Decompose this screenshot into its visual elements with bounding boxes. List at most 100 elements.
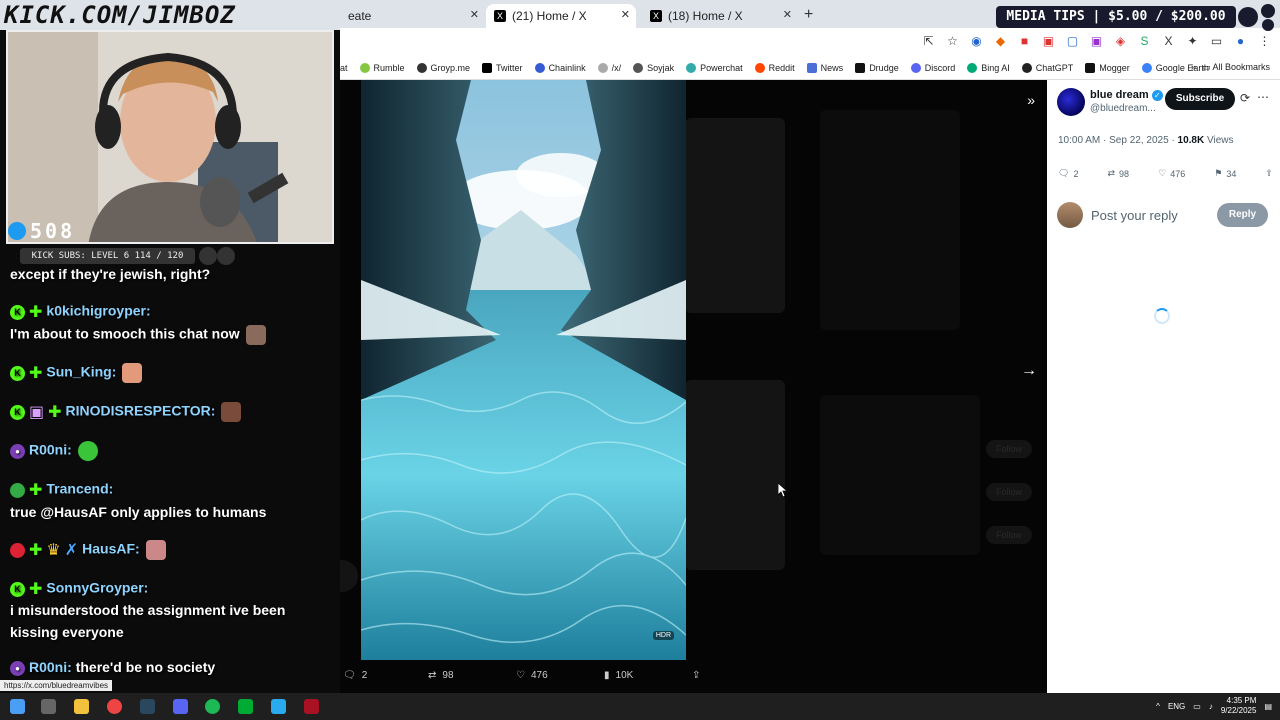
chevron-right-icon[interactable]: » — [1191, 62, 1196, 73]
reply-button[interactable]: Reply — [1217, 203, 1268, 227]
bookmark-bing-ai[interactable]: Bing AI — [967, 62, 1010, 73]
language-indicator[interactable]: ENG — [1168, 702, 1185, 711]
bookmark-mogger[interactable]: Mogger — [1085, 62, 1130, 73]
bookmark[interactable]: at — [340, 63, 348, 73]
reply-input[interactable]: Post your reply — [1091, 208, 1178, 223]
bookmark-chatgpt[interactable]: ChatGPT — [1021, 62, 1073, 73]
post-image[interactable]: HDR — [361, 80, 686, 660]
start-icon[interactable] — [10, 699, 25, 714]
extension-toolbar: ⇱ ☆ ◉ ◆ ■ ▣ ▢ ▣ ◈ S X ✦ ▭ ● ⋮ — [921, 34, 1272, 49]
x-logo-icon: X — [494, 10, 506, 22]
chatgpt-icon — [1021, 62, 1032, 73]
chat-message: true @HausAF only applies to humans — [10, 504, 267, 520]
bookmark-drudge[interactable]: Drudge — [855, 62, 899, 73]
extension-icon[interactable]: ■ — [1017, 34, 1032, 49]
bookmark-news[interactable]: News — [806, 62, 843, 73]
repost-action[interactable]: ⇄ 98 — [428, 670, 454, 681]
sub-badge-icon: ✚ — [29, 482, 43, 499]
chrome-icon[interactable] — [107, 699, 122, 714]
close-icon[interactable]: ✕ — [783, 8, 792, 21]
profile-icon[interactable]: ● — [1233, 34, 1248, 49]
views-action[interactable]: ▮ 10K — [604, 670, 633, 681]
soyjak-icon — [633, 62, 644, 73]
subscribe-button[interactable]: Subscribe — [1165, 88, 1235, 110]
star-icon[interactable]: ☆ — [945, 34, 960, 49]
bookmark-rumble[interactable]: Rumble — [359, 62, 405, 73]
extension-icon[interactable]: S — [1137, 34, 1152, 49]
new-tab-button[interactable]: + — [804, 6, 813, 24]
tab-label: (18) Home / X — [668, 9, 743, 23]
sidebar-icon[interactable]: ▭ — [1209, 34, 1224, 49]
all-bookmarks[interactable]: ▭ All Bookmarks — [1202, 62, 1270, 73]
like-count[interactable]: ♡ 476 — [1158, 168, 1185, 179]
avatar[interactable] — [1057, 88, 1085, 116]
metamask-icon[interactable]: ◆ — [993, 34, 1008, 49]
bookmark-discord[interactable]: Discord — [910, 62, 955, 73]
chat-message: K ✚ Sun_King: — [10, 363, 143, 383]
bookmark-x-board[interactable]: /x/ — [597, 62, 621, 73]
x-extension-icon[interactable]: X — [1161, 34, 1176, 49]
reply-action[interactable]: 🗨 2 — [343, 670, 367, 681]
spotify-icon[interactable] — [205, 699, 220, 714]
stream-chat: except if they're jewish, right? K ✚ k0kic… — [0, 262, 340, 682]
post-stats: 🗨 2 ⇄ 98 ♡ 476 ⚑ 34 ⇪ — [1058, 168, 1273, 179]
task-view-icon[interactable] — [41, 699, 56, 714]
author-name[interactable]: blue dream ✓ — [1090, 89, 1163, 101]
tab-home-x[interactable]: X (18) Home / X ✕ — [642, 4, 798, 28]
terminal-icon[interactable] — [238, 699, 253, 714]
network-icon[interactable]: ▭ — [1193, 702, 1201, 711]
gift-badge-icon: ▣ — [29, 404, 45, 421]
tab-create[interactable]: eate ✕ — [340, 4, 485, 28]
repost-count[interactable]: ⇄ 98 — [1108, 168, 1130, 179]
like-action[interactable]: ♡ 476 — [516, 670, 548, 681]
extension-icon[interactable]: ▣ — [1041, 34, 1056, 49]
share-button[interactable]: ⇪ — [1265, 168, 1273, 179]
bookmark-groyp[interactable]: Groyp.me — [416, 62, 470, 73]
webcam-illustration — [8, 32, 332, 242]
chat-message: I'm about to smooch this chat now — [10, 325, 266, 345]
bookmark-soyjak[interactable]: Soyjak — [633, 62, 674, 73]
close-icon[interactable]: ✕ — [621, 8, 630, 21]
repost-icon: ⇄ — [428, 670, 437, 681]
app-icon[interactable] — [304, 699, 319, 714]
puzzle-icon[interactable]: ✦ — [1185, 34, 1200, 49]
grok-icon[interactable]: ⟳ — [1240, 91, 1250, 105]
bookmark-count[interactable]: ⚑ 34 — [1214, 168, 1236, 179]
extension-icon[interactable]: ◈ — [1113, 34, 1128, 49]
author-handle[interactable]: @bluedream... — [1090, 103, 1156, 114]
menu-icon[interactable]: ⋮ — [1257, 34, 1272, 49]
badge-icon — [10, 482, 25, 498]
extension-icon[interactable]: ▢ — [1065, 34, 1080, 49]
chevron-up-icon[interactable]: ^ — [1156, 702, 1160, 711]
discord-icon[interactable] — [173, 699, 188, 714]
bookmark-reddit[interactable]: Reddit — [754, 62, 795, 73]
clock[interactable]: 4:35 PM 9/22/2025 — [1221, 696, 1257, 716]
cursor-arrow-icon — [777, 482, 789, 498]
moderator-badge-icon: ● — [10, 443, 25, 459]
ghost-media — [685, 380, 785, 570]
bookmark-powerchat[interactable]: Powerchat — [686, 62, 743, 73]
chat-message: ● R00ni: there'd be no society — [10, 659, 215, 676]
close-icon[interactable]: ✕ — [470, 8, 479, 21]
steam-icon[interactable] — [140, 699, 155, 714]
telegram-icon[interactable] — [271, 699, 286, 714]
file-explorer-icon[interactable] — [74, 699, 89, 714]
next-arrow-icon[interactable]: → — [1021, 362, 1037, 380]
ghost-trends — [820, 110, 960, 330]
extension-icon[interactable]: ◉ — [969, 34, 984, 49]
chat-message: kissing everyone — [10, 624, 124, 640]
expand-icon[interactable]: » — [1027, 92, 1035, 108]
install-icon[interactable]: ⇱ — [921, 34, 936, 49]
reply-count[interactable]: 🗨 2 — [1058, 168, 1078, 179]
tab-home-x-active[interactable]: X (21) Home / X ✕ — [486, 4, 636, 28]
notification-icon[interactable]: ▤ — [1264, 702, 1272, 711]
share-action[interactable]: ⇪ — [692, 670, 700, 681]
bookmark-chainlink[interactable]: Chainlink — [534, 62, 586, 73]
extension-icon[interactable]: ▣ — [1089, 34, 1104, 49]
bookmark-twitter[interactable]: Twitter — [482, 62, 523, 73]
more-icon[interactable]: ⋯ — [1257, 90, 1269, 104]
x-logo-icon: X — [650, 10, 662, 22]
chat-message: ✚ ♛ ✗ HausAF: — [10, 540, 166, 560]
volume-icon[interactable]: ♪ — [1209, 702, 1213, 711]
decoration-icon — [1238, 4, 1275, 31]
